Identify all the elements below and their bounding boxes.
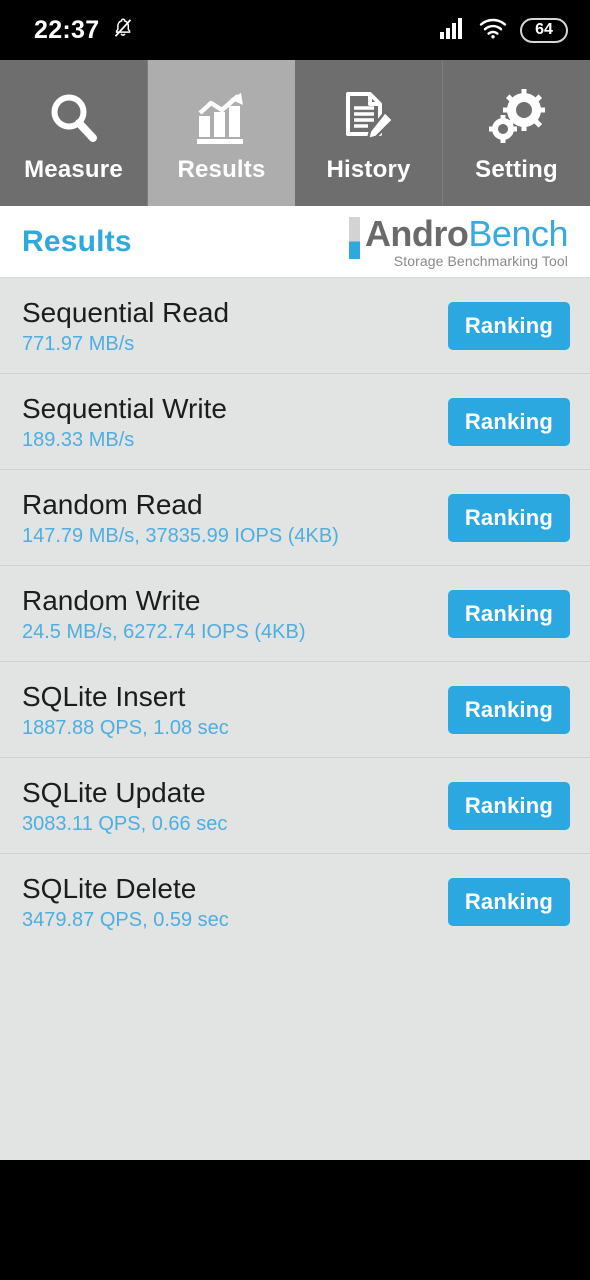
tab-results[interactable]: Results: [148, 60, 295, 206]
tab-history[interactable]: History: [295, 60, 443, 206]
result-title: SQLite Delete: [22, 873, 197, 904]
result-title: Random Write: [22, 584, 201, 616]
battery-indicator: 64: [520, 17, 568, 43]
result-value: 3479.87 QPS, 0.59 sec: [22, 909, 229, 931]
system-navigation-area: [0, 1160, 590, 1280]
tab-results-label: Results: [177, 156, 266, 183]
ranking-button[interactable]: Ranking: [447, 493, 570, 542]
logo-bar-icon: [348, 216, 360, 259]
tab-setting-label: Setting: [475, 156, 558, 183]
logo-wordmark: AndroBench: [364, 212, 569, 254]
ranking-button[interactable]: Ranking: [447, 301, 570, 350]
battery-level-text: 64: [535, 21, 553, 38]
logo-word-andro: Andro: [364, 212, 469, 254]
result-value: 24.5 MB/s, 6272.74 IOPS (4KB): [22, 620, 306, 643]
wifi-icon: [479, 17, 507, 44]
result-info: Sequential Write 189.33 MB/s: [22, 393, 227, 451]
result-info: SQLite Update 3083.11 QPS, 0.66 sec: [22, 777, 227, 835]
result-info: Random Read 147.79 MB/s, 37835.99 IOPS (…: [22, 489, 339, 547]
status-bar-left: 22:37: [34, 16, 135, 45]
result-title: Sequential Write: [22, 392, 227, 424]
status-bar-right: 64: [440, 17, 568, 44]
bar-chart-arrow-icon: [191, 88, 253, 150]
result-title: Random Read: [22, 488, 203, 520]
ranking-button[interactable]: Ranking: [447, 589, 570, 638]
page-header: Results AndroBench Storage Benchmarking …: [0, 206, 590, 278]
result-info: Sequential Read 771.97 MB/s: [22, 297, 229, 355]
tab-bar: Measure Results History Setting: [0, 60, 590, 206]
status-clock: 22:37: [34, 15, 100, 44]
document-pencil-icon: [338, 88, 400, 150]
magnifier-icon: [43, 88, 105, 150]
result-title: SQLite Insert: [22, 680, 186, 712]
status-bar: 22:37 64: [0, 0, 590, 60]
page-title: Results: [22, 224, 132, 258]
bell-mute-icon: [111, 16, 135, 45]
logo-text: AndroBench Storage Benchmarking Tool: [364, 212, 569, 269]
signal-bars-icon: [440, 17, 466, 44]
ranking-button[interactable]: Ranking: [447, 878, 570, 926]
logo-subtitle: Storage Benchmarking Tool: [393, 252, 568, 269]
result-title: Sequential Read: [22, 296, 230, 328]
result-value: 147.79 MB/s, 37835.99 IOPS (4KB): [22, 524, 339, 547]
result-value: 189.33 MB/s: [22, 428, 135, 451]
gears-icon: [486, 88, 548, 150]
result-info: Random Write 24.5 MB/s, 6272.74 IOPS (4K…: [22, 585, 305, 643]
tab-history-label: History: [326, 156, 411, 183]
results-list: Sequential Read 771.97 MB/s Ranking Sequ…: [0, 278, 590, 1160]
ranking-button[interactable]: Ranking: [447, 685, 570, 734]
ranking-button[interactable]: Ranking: [447, 781, 570, 830]
table-row[interactable]: SQLite Delete 3479.87 QPS, 0.59 sec Rank…: [0, 854, 590, 950]
tab-measure[interactable]: Measure: [0, 60, 148, 206]
result-title: SQLite Update: [22, 776, 206, 808]
phone-screen: 22:37 64 Measure Results History Setting…: [0, 0, 590, 1280]
table-row[interactable]: SQLite Insert 1887.88 QPS, 1.08 sec Rank…: [0, 662, 590, 758]
logo-word-bench: Bench: [468, 212, 568, 254]
result-info: SQLite Insert 1887.88 QPS, 1.08 sec: [22, 681, 229, 739]
result-value: 771.97 MB/s: [22, 332, 135, 355]
table-row[interactable]: Random Write 24.5 MB/s, 6272.74 IOPS (4K…: [0, 566, 590, 662]
result-value: 1887.88 QPS, 1.08 sec: [22, 716, 229, 739]
androbench-logo: AndroBench Storage Benchmarking Tool: [348, 212, 569, 269]
result-value: 3083.11 QPS, 0.66 sec: [22, 812, 228, 835]
result-info: SQLite Delete 3479.87 QPS, 0.59 sec: [22, 873, 229, 931]
tab-setting[interactable]: Setting: [443, 60, 590, 206]
table-row[interactable]: Sequential Read 771.97 MB/s Ranking: [0, 278, 590, 374]
ranking-button[interactable]: Ranking: [447, 397, 570, 446]
tab-measure-label: Measure: [24, 156, 123, 183]
table-row[interactable]: Random Read 147.79 MB/s, 37835.99 IOPS (…: [0, 470, 590, 566]
table-row[interactable]: SQLite Update 3083.11 QPS, 0.66 sec Rank…: [0, 758, 590, 854]
table-row[interactable]: Sequential Write 189.33 MB/s Ranking: [0, 374, 590, 470]
